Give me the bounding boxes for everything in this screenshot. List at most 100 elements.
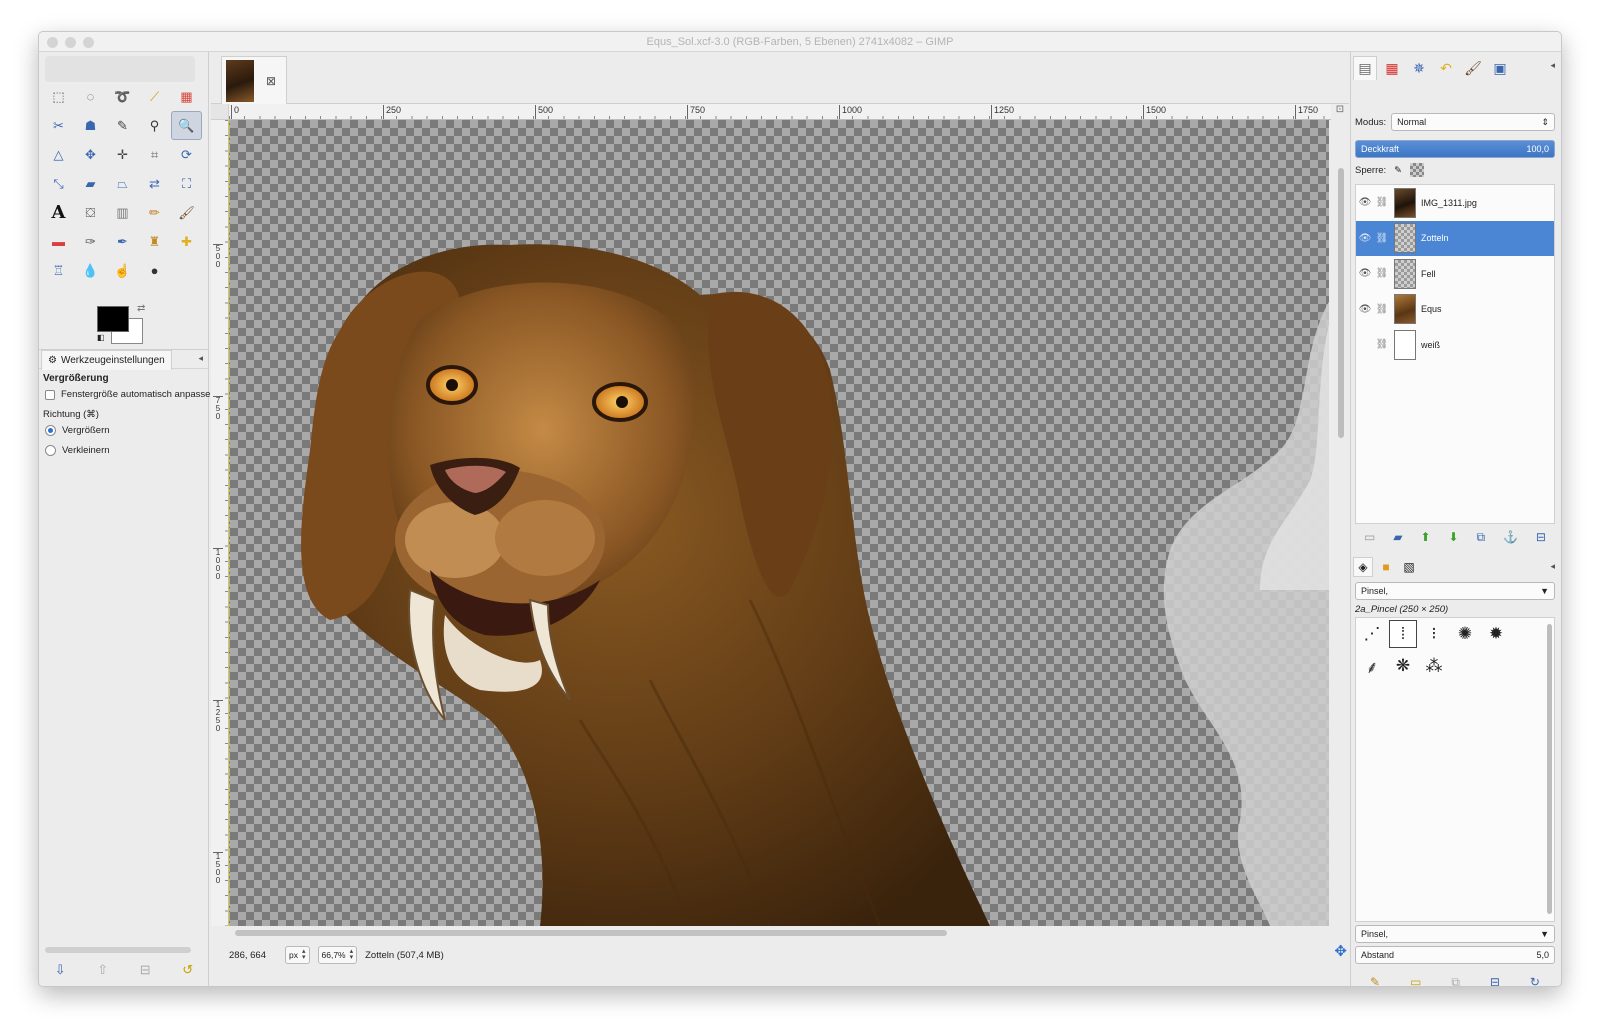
tool-button[interactable]: ✏ [139,198,170,227]
tool-button[interactable]: ⚲ [139,111,170,140]
tool-button[interactable]: ⛶ [171,169,202,198]
raise-layer-icon[interactable]: ⬆ [1420,530,1430,544]
navigate-icon[interactable]: ✥ [1334,942,1347,960]
tool-button[interactable]: ✂ [43,111,74,140]
tool-button[interactable]: ⇄ [139,169,170,198]
duplicate-brush-icon[interactable]: ⧉ [1451,975,1460,987]
brush-tab-icon[interactable]: 🖌 [1461,56,1485,80]
brushes-tab-icon[interactable]: ◈ [1353,557,1373,577]
brush-preset[interactable]: ⸙ [1358,652,1386,680]
lower-layer-icon[interactable]: ⬇ [1448,530,1458,544]
paths-tab-icon[interactable]: ✵ [1407,56,1431,80]
layers-tab-icon[interactable]: ▤ [1353,56,1377,80]
minimize-window-button[interactable] [65,37,76,48]
tool-button[interactable]: ◌ [75,82,106,111]
vertical-scroll-thumb[interactable] [1338,168,1344,438]
new-group-icon[interactable]: ▰ [1393,530,1402,544]
tool-button[interactable]: A [43,198,74,227]
zoom-window-button[interactable] [83,37,94,48]
canvas-horizontal-scrollbar[interactable] [229,928,1329,938]
tool-button[interactable]: ⬚ [43,82,74,111]
visibility-eye-icon[interactable]: 👁 [1356,304,1374,315]
tool-button[interactable]: ▬ [43,227,74,256]
tool-button[interactable]: ▥ [107,198,138,227]
tool-button[interactable]: ♖ [43,256,74,285]
brush-tag-select[interactable]: Pinsel, ▼ [1355,925,1555,943]
tool-button[interactable]: ⛋ [75,198,106,227]
swap-colors-icon[interactable]: ⇄ [137,303,145,314]
undo-tab-icon[interactable]: ↶ [1434,56,1458,80]
lock-alpha-icon[interactable] [1410,163,1425,177]
opacity-slider[interactable]: Deckkraft 100,0 [1355,140,1555,158]
mode-select[interactable]: Normal ⇕ [1391,113,1555,131]
image-canvas[interactable] [229,120,1329,926]
reset-options-icon[interactable]: ↺ [182,962,193,978]
close-window-button[interactable] [47,37,58,48]
refresh-brushes-icon[interactable]: ↻ [1530,975,1540,986]
foreground-color[interactable] [97,306,129,332]
brush-filter-select[interactable]: Pinsel, ▼ [1355,582,1555,600]
brush-preset[interactable]: ✺ [1451,620,1479,648]
delete-brush-icon[interactable]: ⊟ [1490,975,1500,986]
restore-options-icon[interactable]: ⇧ [97,962,108,978]
tool-button[interactable]: ✑ [75,227,106,256]
brush-preset[interactable]: ⋰ [1358,620,1386,648]
layer-row[interactable]: 👁 ⛓ Fell [1356,256,1554,291]
tool-button[interactable]: 🖌 [171,198,202,227]
chain-link-icon[interactable]: ⛓ [1374,197,1390,208]
zoom-toggle-icon[interactable]: ⊡ [1331,104,1349,120]
brush-scrollbar[interactable] [1547,624,1552,914]
delete-layer-icon[interactable]: ⊟ [1536,530,1546,544]
close-image-icon[interactable]: ⊠ [266,74,276,88]
brush-preset[interactable]: ❋ [1389,652,1417,680]
collapse-icon[interactable]: ◂ [198,353,203,364]
tool-button[interactable]: ⟋ [139,82,170,111]
layer-row[interactable]: 👁 ⛓ IMG_1311.jpg [1356,185,1554,220]
tool-button[interactable]: ▦ [171,82,202,111]
visibility-eye-icon[interactable]: 👁 [1356,197,1374,208]
tool-button[interactable]: ♜ [139,227,170,256]
default-colors-icon[interactable]: ◧ [97,333,105,342]
tool-button[interactable]: ✎ [107,111,138,140]
layer-row[interactable]: ⛓ weiß [1356,327,1554,362]
visibility-eye-icon[interactable]: 👁 [1356,268,1374,279]
dock-collapse-icon[interactable]: ◂ [1550,60,1555,71]
tool-button[interactable]: ☗ [75,111,106,140]
anchor-layer-icon[interactable]: ⚓ [1503,530,1518,544]
tool-button[interactable]: 💧 [75,256,106,285]
unit-selector[interactable]: px ▴ ▾ [285,946,310,964]
tool-button[interactable]: ⏢ [107,169,138,198]
brush-dock-collapse-icon[interactable]: ◂ [1550,561,1555,572]
brush-preset[interactable]: ⁞ [1389,620,1417,648]
tool-button[interactable]: ☝ [107,256,138,285]
tool-button[interactable]: ➰ [107,82,138,111]
zoom-selector[interactable]: 66,7% ▴ ▾ [317,946,358,964]
vertical-ruler[interactable]: 500 750 1000 1250 1500 [211,120,229,926]
edit-brush-icon[interactable]: ✎ [1370,975,1380,986]
layer-row[interactable]: 👁 ⛓ Equs [1356,292,1554,327]
auto-resize-option[interactable]: Fenstergröße automatisch anpassen [45,389,216,400]
zoom-out-radio[interactable] [45,445,56,456]
horizontal-scroll-thumb[interactable] [235,930,947,936]
tool-button[interactable]: ▰ [75,169,106,198]
gradients-tab-icon[interactable]: ▧ [1399,557,1419,577]
chain-link-icon[interactable]: ⛓ [1374,304,1390,315]
chain-link-icon[interactable]: ⛓ [1374,268,1390,279]
visibility-eye-icon[interactable]: 👁 [1356,233,1374,244]
chain-link-icon[interactable]: ⛓ [1374,233,1390,244]
canvas-vertical-scrollbar[interactable] [1335,120,1347,926]
tool-button[interactable]: ⌗ [139,140,170,169]
tool-button[interactable]: ✥ [75,140,106,169]
zoom-in-option[interactable]: Vergrößern [45,425,110,436]
patterns-tab-icon[interactable]: ■ [1376,557,1396,577]
tool-button[interactable]: ● [139,256,170,285]
duplicate-layer-icon[interactable]: ⧉ [1476,530,1485,545]
layer-row[interactable]: 👁 ⛓ Zotteln [1356,220,1554,256]
horizontal-ruler[interactable]: 0 250 500 750 1000 1250 1500 1750 [229,104,1331,120]
brush-preset[interactable]: ⁂ [1420,652,1448,680]
tool-button[interactable]: ✛ [107,140,138,169]
tab-tool-options[interactable]: ⚙ Werkzeugeinstellungen [41,350,172,370]
chain-link-icon[interactable]: ⛓ [1374,339,1390,350]
zoom-out-option[interactable]: Verkleinern [45,445,110,456]
auto-resize-checkbox[interactable] [45,389,55,400]
